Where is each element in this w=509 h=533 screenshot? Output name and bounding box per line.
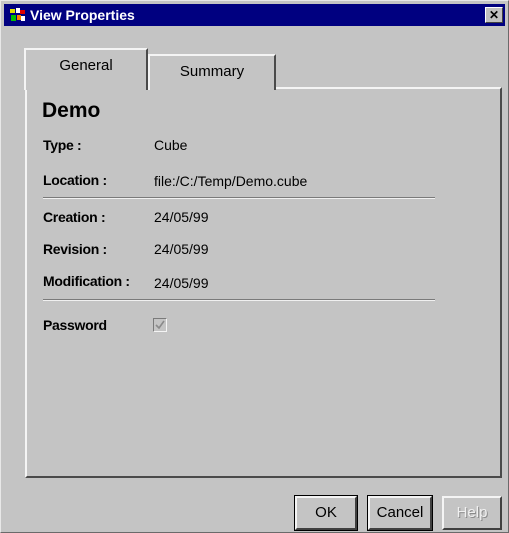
separator (43, 299, 435, 301)
app-icon (9, 7, 26, 23)
title-bar[interactable]: View Properties ✕ (4, 4, 505, 26)
password-label: Password (43, 317, 107, 333)
password-checkbox[interactable] (153, 318, 167, 332)
revision-label: Revision : (43, 241, 107, 257)
location-label: Location : (43, 172, 107, 188)
view-properties-dialog: View Properties ✕ General Summary Demo T… (0, 0, 509, 533)
tab-general[interactable]: General (24, 48, 148, 90)
window-title: View Properties (30, 7, 135, 23)
cancel-button[interactable]: Cancel (367, 495, 433, 531)
cube-name: Demo (42, 99, 101, 122)
modification-value: 24/05/99 (154, 275, 209, 291)
tab-summary-label: Summary (179, 63, 245, 80)
tab-summary[interactable]: Summary (148, 54, 276, 90)
separator (43, 197, 435, 199)
checkmark-icon (155, 320, 165, 330)
modification-label: Modification : (43, 273, 130, 289)
type-value: Cube (154, 137, 188, 153)
ok-button[interactable]: OK (294, 495, 358, 531)
location-value: file:/C:/Temp/Demo.cube (154, 173, 308, 189)
type-label: Type : (43, 137, 82, 153)
revision-value: 24/05/99 (154, 241, 209, 257)
help-button[interactable]: Help (442, 496, 502, 530)
creation-label: Creation : (43, 209, 106, 225)
close-icon[interactable]: ✕ (485, 7, 503, 23)
creation-value: 24/05/99 (154, 209, 209, 225)
tab-general-label: General (59, 57, 113, 74)
